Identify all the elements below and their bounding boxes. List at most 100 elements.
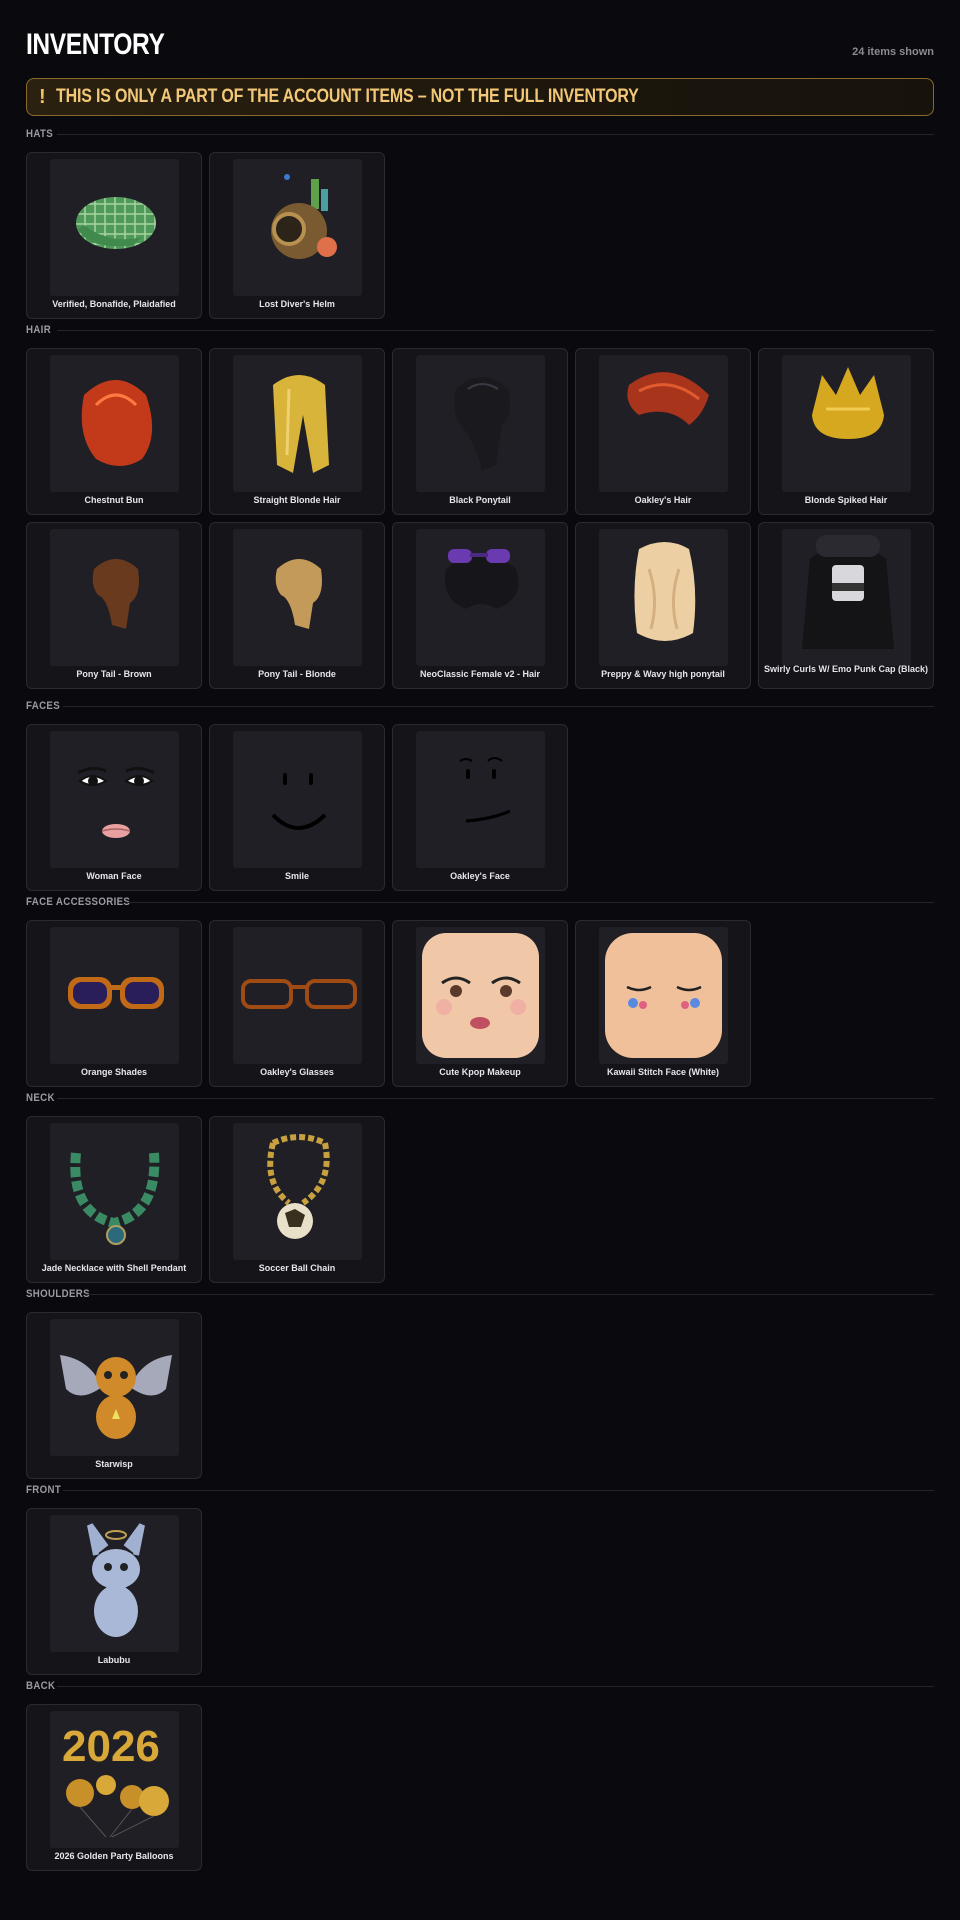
item-card[interactable]: Swirly Curls W/ Emo Punk Cap (Black)	[758, 522, 934, 689]
item-card[interactable]: Jade Necklace with Shell Pendant	[26, 1116, 202, 1283]
item-card[interactable]: Starwisp	[26, 1312, 202, 1479]
item-card[interactable]: Cute Kpop Makeup	[392, 920, 568, 1087]
item-card[interactable]: Preppy & Wavy high ponytail	[575, 522, 751, 689]
item-count: 24 items shown	[852, 46, 934, 58]
item-name: Preppy & Wavy high ponytail	[601, 669, 725, 679]
section-divider	[63, 1490, 934, 1491]
item-name: Pony Tail - Blonde	[258, 669, 336, 679]
item-name: Cute Kpop Makeup	[439, 1067, 521, 1077]
header: INVENTORY 24 items shown	[26, 0, 934, 75]
section-hats: HATS Verified, Bonafide, Plaidafied Lost…	[26, 126, 934, 319]
section-title: NECK	[26, 1092, 55, 1104]
oakley-face-icon	[416, 731, 545, 868]
item-grid: Labubu	[26, 1508, 934, 1675]
item-name: Orange Shades	[80, 1067, 148, 1077]
item-card[interactable]: Oakley's Glasses	[209, 920, 385, 1087]
warning-text: THIS IS ONLY A PART OF THE ACCOUNT ITEMS…	[55, 86, 639, 107]
item-card[interactable]: Verified, Bonafide, Plaidafied	[26, 152, 202, 319]
section-title: FACE ACCESSORIES	[26, 896, 131, 908]
item-card[interactable]: Soccer Ball Chain	[209, 1116, 385, 1283]
wavy-ponytail-icon	[599, 529, 728, 666]
section-header: BACK	[26, 1678, 934, 1704]
kpop-makeup-icon	[416, 927, 545, 1064]
section-divider	[57, 134, 934, 135]
section-faces: FACES Woman Face Smile Oakley's Face	[26, 698, 934, 891]
item-card[interactable]: Pony Tail - Brown	[26, 522, 202, 689]
item-name: Woman Face	[86, 871, 142, 881]
item-card[interactable]: Blonde Spiked Hair	[758, 348, 934, 515]
black-ponytail-icon	[416, 355, 545, 492]
soccer-chain-icon	[233, 1123, 362, 1260]
item-name: Labubu	[97, 1655, 131, 1665]
straight-blonde-hair-icon	[233, 355, 362, 492]
section-header: SHOULDERS	[26, 1286, 934, 1312]
item-name: Pony Tail - Brown	[76, 669, 152, 679]
section-face-accessories: FACE ACCESSORIES Orange Shades Oakley's Gl…	[26, 894, 934, 1087]
inventory-page: INVENTORY 24 items shown ! THIS IS ONLY …	[26, 0, 934, 1871]
item-name: Verified, Bonafide, Plaidafied	[52, 299, 176, 309]
item-name: Smile	[284, 871, 309, 881]
plaid-cap-icon	[50, 159, 179, 296]
oakley-hair-icon	[599, 355, 728, 492]
section-header: FACES	[26, 698, 934, 724]
item-grid: Chestnut Bun Straight Blonde Hair Black Po…	[26, 348, 934, 689]
section-title: HATS	[26, 128, 54, 140]
item-name: Starwisp	[95, 1459, 133, 1469]
section-front: FRONT Labubu	[26, 1482, 934, 1675]
section-divider	[127, 902, 934, 903]
warning-banner: ! THIS IS ONLY A PART OF THE ACCOUNT ITE…	[26, 78, 934, 116]
item-card[interactable]: Lost Diver's Helm	[209, 152, 385, 319]
section-header: HATS	[26, 126, 934, 152]
oakley-glasses-icon	[233, 927, 362, 1064]
blonde-ponytail-icon	[233, 529, 362, 666]
blonde-spiked-hair-icon	[782, 355, 911, 492]
section-divider	[57, 1098, 934, 1099]
item-card[interactable]: Black Ponytail	[392, 348, 568, 515]
exclamation-icon: !	[39, 85, 46, 108]
chestnut-bun-icon	[50, 355, 179, 492]
item-card[interactable]: Kawaii Stitch Face (White)	[575, 920, 751, 1087]
item-card[interactable]: Chestnut Bun	[26, 348, 202, 515]
item-grid: Starwisp	[26, 1312, 934, 1479]
section-header: FRONT	[26, 1482, 934, 1508]
item-name: NeoClassic Female v2 - Hair	[419, 669, 541, 679]
item-card[interactable]: Oakley's Face	[392, 724, 568, 891]
item-name: Jade Necklace with Shell Pendant	[41, 1263, 187, 1273]
svg-text:2026: 2026	[62, 1722, 160, 1771]
emo-curls-icon	[782, 529, 911, 666]
section-title: BACK	[26, 1680, 56, 1692]
section-divider	[57, 1686, 934, 1687]
section-back: BACK 2026 2026 Golden Party Balloons	[26, 1678, 934, 1871]
page-title: INVENTORY	[26, 28, 165, 61]
item-name: Swirly Curls W/ Emo Punk Cap (Black)	[763, 664, 929, 674]
section-neck: NECK Jade Necklace with Shell Pendant Socc…	[26, 1090, 934, 1283]
diver-helm-icon	[233, 159, 362, 296]
item-name: Lost Diver's Helm	[259, 299, 335, 309]
kawaii-face-icon	[599, 927, 728, 1064]
item-name: Soccer Ball Chain	[258, 1263, 336, 1273]
item-name: Kawaii Stitch Face (White)	[606, 1067, 720, 1077]
item-card[interactable]: 2026 2026 Golden Party Balloons	[26, 1704, 202, 1871]
section-title: FACES	[26, 700, 61, 712]
jade-necklace-icon	[50, 1123, 179, 1260]
item-card[interactable]: Labubu	[26, 1508, 202, 1675]
item-card[interactable]: Straight Blonde Hair	[209, 348, 385, 515]
item-card[interactable]: Oakley's Hair	[575, 348, 751, 515]
brown-ponytail-icon	[50, 529, 179, 666]
item-card[interactable]: Orange Shades	[26, 920, 202, 1087]
section-divider	[57, 330, 934, 331]
item-name: Oakley's Face	[450, 871, 510, 881]
item-card[interactable]: Pony Tail - Blonde	[209, 522, 385, 689]
item-name: Straight Blonde Hair	[253, 495, 341, 505]
section-header: NECK	[26, 1090, 934, 1116]
item-grid: Jade Necklace with Shell Pendant Soccer B…	[26, 1116, 934, 1283]
smile-face-icon	[233, 731, 362, 868]
section-title: HAIR	[26, 324, 52, 336]
section-shoulders: SHOULDERS Starwisp	[26, 1286, 934, 1479]
section-hair: HAIR Chestnut Bun Straight Blonde Hair Blac…	[26, 322, 934, 689]
item-name: Blonde Spiked Hair	[804, 495, 888, 505]
item-card[interactable]: NeoClassic Female v2 - Hair	[392, 522, 568, 689]
item-card[interactable]: Woman Face	[26, 724, 202, 891]
labubu-icon	[50, 1515, 179, 1652]
item-card[interactable]: Smile	[209, 724, 385, 891]
